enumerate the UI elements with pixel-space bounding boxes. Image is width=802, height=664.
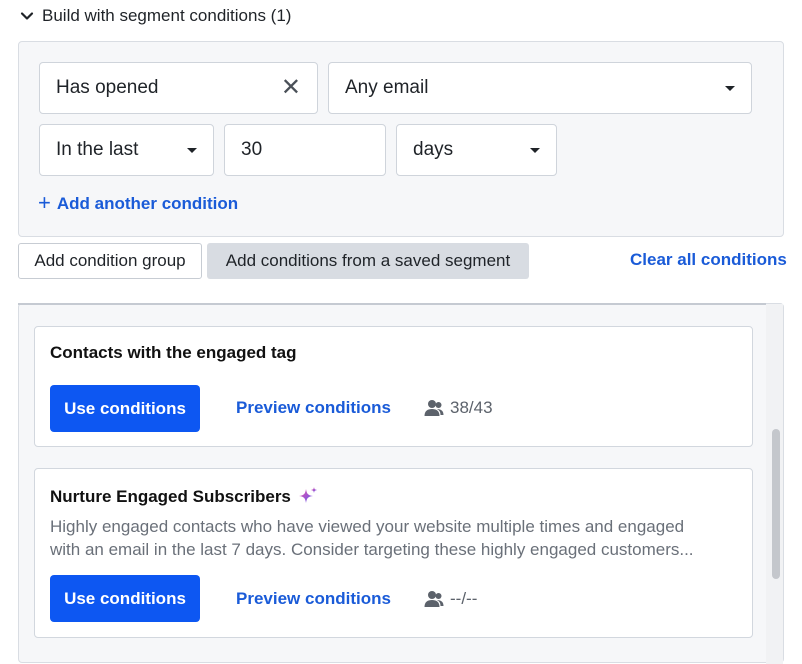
amount-input[interactable]: 30 [224,124,386,176]
segment-description-line: with an email in the last 7 days. Consid… [50,540,694,559]
people-icon [424,400,444,416]
clear-all-conditions-link[interactable]: Clear all conditions [630,250,787,270]
unit-select-value: days [413,139,454,160]
segment-title-text: Contacts with the engaged tag [50,343,297,362]
timeframe-select[interactable]: In the last [39,124,214,176]
amount-input-value: 30 [241,139,263,160]
segment-card-title: Nurture Engaged Subscribers [50,486,319,508]
preview-conditions-link[interactable]: Preview conditions [236,398,391,418]
timeframe-select-value: In the last [56,139,139,160]
add-condition-label: Add another condition [56,194,239,213]
scrollbar-thumb[interactable] [772,429,780,579]
add-saved-segment-label: Add conditions from a saved segment [225,251,511,270]
unit-select[interactable]: days [396,124,557,176]
sparkle-icon [298,487,317,503]
caret-down-icon [530,147,540,153]
segment-title-text: Nurture Engaged Subscribers [50,487,291,506]
add-condition-link[interactable]: + Add another condition [38,192,238,216]
use-conditions-button[interactable]: Use conditions [50,385,200,432]
segment-description-line: Highly engaged contacts who have viewed … [50,517,685,536]
section-title: Build with segment conditions (1) [42,6,292,25]
segment-description: Highly engaged contacts who have viewed … [50,515,740,561]
contact-count-value: 38/43 [450,398,493,417]
chevron-down-icon[interactable] [20,9,34,23]
email-select[interactable]: Any email [328,62,752,114]
preview-conditions-link[interactable]: Preview conditions [236,589,391,609]
contact-count: --/-- [424,589,477,609]
add-condition-group-label: Add condition group [34,251,186,270]
contact-count-value: --/-- [450,589,478,608]
use-conditions-label: Use conditions [64,398,186,418]
people-icon [424,591,444,607]
caret-down-icon [187,147,197,153]
use-conditions-label: Use conditions [64,588,186,608]
use-conditions-button[interactable]: Use conditions [50,575,200,622]
plus-icon: + [38,190,51,215]
segment-card-title: Contacts with the engaged tag [50,343,297,363]
condition-action-field[interactable]: Has opened ✕ [39,62,318,114]
add-condition-group-button[interactable]: Add condition group [18,243,202,279]
section-header[interactable]: Build with segment conditions (1) [20,4,291,28]
contact-count: 38/43 [424,398,493,418]
condition-action-value: Has opened [56,77,159,98]
email-select-value: Any email [345,77,429,98]
caret-down-icon [725,85,735,91]
add-saved-segment-button[interactable]: Add conditions from a saved segment [207,243,529,279]
panel-divider [18,303,766,305]
close-icon[interactable]: ✕ [281,76,301,100]
